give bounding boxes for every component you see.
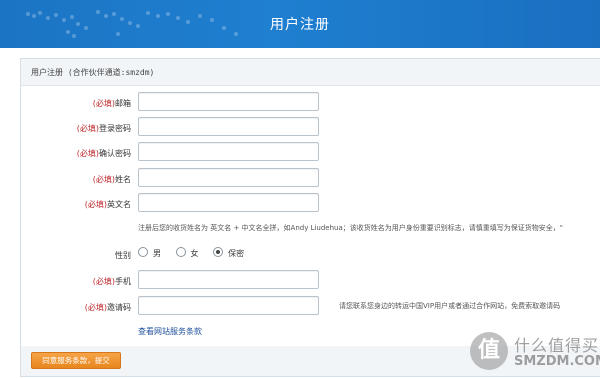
- phone-label: (必填)手机: [93, 276, 131, 287]
- english-name-hint-row: 注册后您的收货姓名为 英文名 + 中文名全拼，如Andy Liudehua；该收…: [21, 218, 600, 238]
- email-row: (必填)邮箱: [21, 92, 600, 112]
- invite-code-note: 请您联系您身边的转运中国VIP用户或者通过合作网站，免费索取邀请码: [339, 302, 561, 310]
- gender-row: 性别 男 女 保密: [21, 244, 600, 264]
- watermark-logo-icon: 值: [470, 332, 508, 370]
- page-title: 用户注册: [270, 17, 330, 33]
- required-mark: (必填): [92, 277, 115, 286]
- english-name-label-text: 英文名: [107, 200, 131, 209]
- phone-row: (必填)手机: [21, 270, 600, 290]
- required-mark: (必填): [76, 149, 99, 158]
- gender-option-secret[interactable]: 保密: [213, 247, 244, 259]
- english-name-input[interactable]: [138, 193, 319, 212]
- required-mark: (必填): [76, 124, 99, 133]
- phone-input[interactable]: [138, 270, 319, 289]
- radio-circle-selected[interactable]: [213, 247, 224, 257]
- required-mark: (必填): [92, 175, 115, 184]
- gender-option-male[interactable]: 男: [138, 247, 161, 259]
- radio-circle[interactable]: [138, 247, 148, 257]
- email-label-text: 邮箱: [115, 99, 131, 108]
- invite-code-label-text: 邀请码: [107, 303, 131, 312]
- required-mark: (必填): [92, 99, 115, 108]
- panel-heading: 用户注册 (合作伙伴通道:smzdm): [31, 68, 155, 77]
- required-mark: (必填): [84, 200, 107, 209]
- gender-option-label: 男: [153, 249, 161, 258]
- name-label-text: 姓名: [115, 175, 131, 184]
- radio-circle[interactable]: [175, 247, 186, 257]
- confirm-password-label-text: 确认密码: [99, 149, 131, 158]
- site-watermark: 值 什么值得买 SMZDM.COM: [468, 328, 600, 379]
- confirm-password-input[interactable]: [138, 142, 319, 161]
- password-label: (必填)登录密码: [77, 123, 131, 134]
- gender-option-label: 保密: [228, 249, 245, 258]
- invite-code-input[interactable]: [138, 296, 319, 315]
- password-input[interactable]: [138, 117, 319, 136]
- gender-radio-group: 男 女 保密: [138, 247, 256, 259]
- english-name-hint: 注册后您的收货姓名为 英文名 + 中文名全拼，如Andy Liudehua；该收…: [138, 224, 563, 232]
- invite-code-label: (必填)邀请码: [85, 302, 131, 313]
- confirm-password-label: (必填)确认密码: [77, 148, 131, 159]
- gender-option-label: 女: [190, 249, 199, 258]
- english-name-row: (必填)英文名: [21, 193, 600, 213]
- panel-header: 用户注册 (合作伙伴通道:smzdm): [21, 59, 600, 86]
- password-label-text: 登录密码: [99, 124, 131, 133]
- name-input[interactable]: [138, 168, 319, 187]
- name-row: (必填)姓名: [21, 168, 600, 188]
- email-label: (必填)邮箱: [93, 98, 131, 109]
- english-name-label: (必填)英文名: [85, 199, 131, 210]
- watermark-domain: SMZDM.COM: [514, 354, 600, 369]
- confirm-password-row: (必填)确认密码: [21, 142, 600, 162]
- required-mark: (必填): [84, 303, 107, 312]
- invite-code-row: (必填)邀请码 请您联系您身边的转运中国VIP用户或者通过合作网站，免费索取邀请…: [21, 296, 600, 316]
- registration-panel: 用户注册 (合作伙伴通道:smzdm) (必填)邮箱 (必填)登录密码 (必填)…: [20, 58, 600, 348]
- watermark-text: 什么值得买: [514, 336, 600, 355]
- email-input[interactable]: [138, 92, 319, 111]
- gender-option-female[interactable]: 女: [175, 247, 199, 259]
- terms-link[interactable]: 查看网站服务条款: [138, 326, 202, 337]
- name-label: (必填)姓名: [93, 174, 131, 185]
- password-row: (必填)登录密码: [21, 117, 600, 137]
- agree-submit-button[interactable]: 同意服务条款，提交: [31, 352, 121, 369]
- phone-label-text: 手机: [115, 277, 131, 286]
- page-header: 用户注册: [0, 0, 600, 48]
- gender-label: 性别: [115, 251, 131, 260]
